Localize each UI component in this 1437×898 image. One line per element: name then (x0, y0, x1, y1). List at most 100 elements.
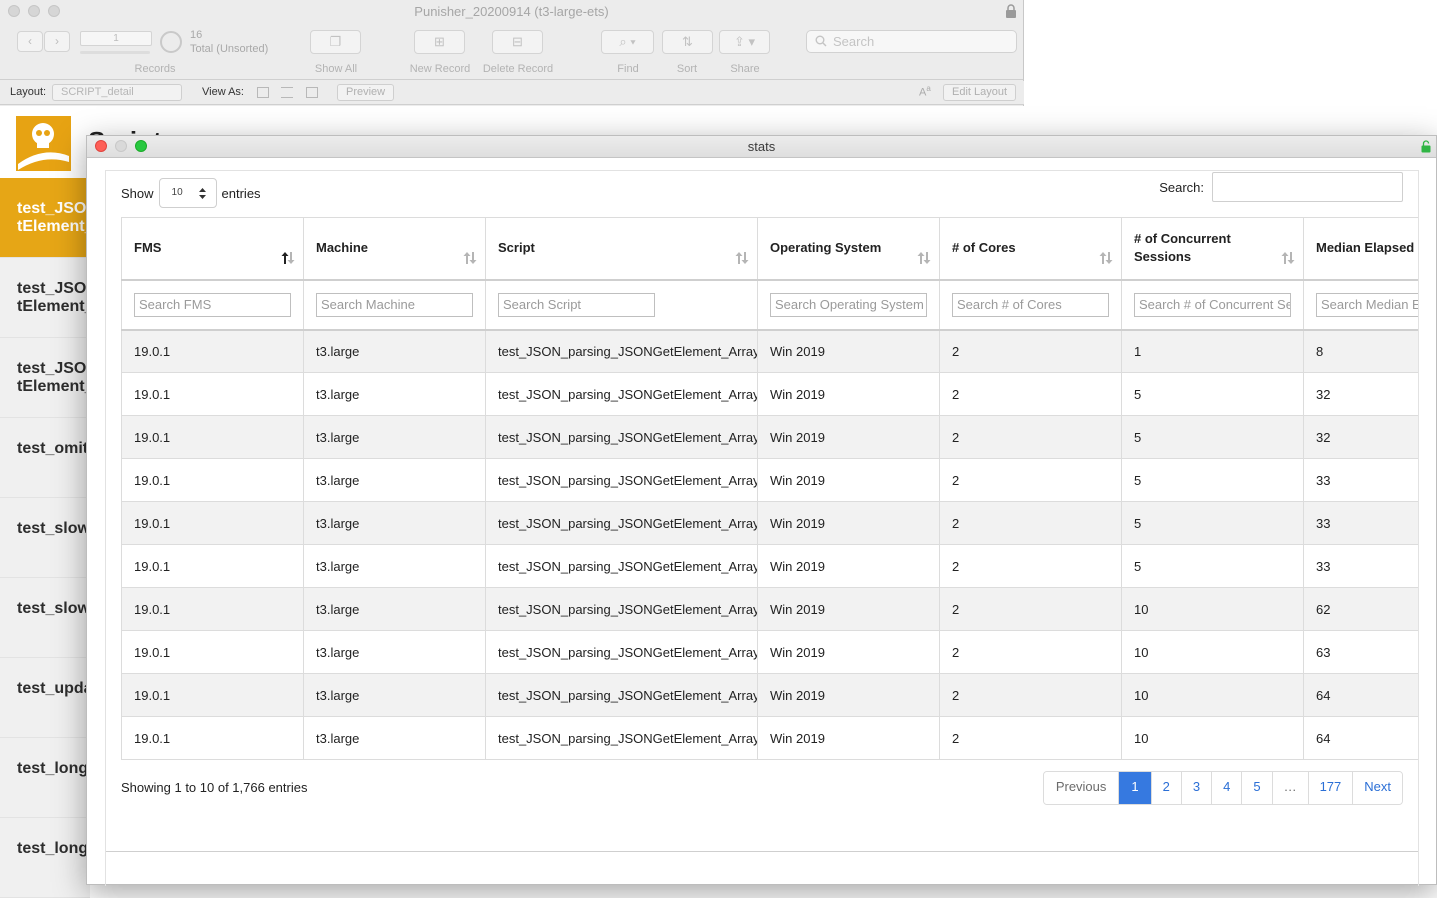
column-header[interactable]: # of Cores (939, 217, 1122, 281)
table-row[interactable]: 19.0.1 t3.large test_JSON_parsing_JSONGetE… (121, 630, 1418, 674)
table-cell: 19.0.1 (121, 544, 304, 588)
table-cell: 19.0.1 (121, 329, 304, 373)
table-row[interactable]: 19.0.1 t3.large test_JSON_parsing_JSONGetE… (121, 501, 1418, 545)
table-row[interactable]: 19.0.1 t3.large test_JSON_parsing_JSONGetE… (121, 716, 1418, 760)
entries-label: entries (221, 185, 261, 201)
column-filter-input[interactable]: Search Machine (316, 292, 473, 317)
column-header[interactable]: Script (485, 217, 758, 281)
record-count-number: 16 (190, 29, 203, 41)
previous-record-button[interactable]: ‹ (17, 31, 43, 52)
table-cell: 5 (1121, 501, 1304, 545)
table-cell: 19.0.1 (121, 458, 304, 502)
table-view-icon[interactable] (306, 87, 318, 98)
column-filter-input[interactable]: Search Median El (1316, 292, 1418, 317)
table-cell: 2 (939, 329, 1122, 373)
record-slider[interactable] (80, 51, 150, 54)
script-list-item[interactable]: test_slow (0, 578, 90, 658)
column-filter-input[interactable]: Search Script (498, 292, 655, 317)
table-cell: test_JSON_parsing_JSONGetElement_Array (485, 716, 758, 760)
table-row[interactable]: 19.0.1 t3.large test_JSON_parsing_JSONGetE… (121, 329, 1418, 373)
script-list-item[interactable]: test_slow (0, 498, 90, 578)
new-record-button[interactable]: ⊞ (414, 30, 465, 54)
table-cell: 5 (1121, 458, 1304, 502)
table-cell: test_JSON_parsing_JSONGetElement_Array (485, 673, 758, 717)
next-page-button[interactable]: Next (1352, 772, 1402, 804)
sort-ascending-icon (281, 252, 295, 264)
table-row[interactable]: 19.0.1 t3.large test_JSON_parsing_JSONGetE… (121, 372, 1418, 416)
script-list-item-line1: test_upda (17, 680, 90, 697)
table-row[interactable]: 19.0.1 t3.large test_JSON_parsing_JSONGetE… (121, 544, 1418, 588)
text-format-icon[interactable]: Aa (919, 84, 931, 99)
search-label: Search: (1159, 179, 1204, 195)
script-list-item[interactable]: test_JSO tElement_ (0, 178, 90, 258)
script-list: test_JSO tElement_ test_JSO tElement_ test_J… (0, 178, 90, 898)
table-cell: 2 (939, 415, 1122, 459)
script-list-item-line1: test_slow (17, 600, 90, 617)
table-cell: 2 (939, 716, 1122, 760)
column-header[interactable]: Median Elapsed T (1303, 217, 1418, 281)
last-page-button[interactable]: 177 (1307, 772, 1353, 804)
page-button[interactable]: 1 (1118, 772, 1151, 804)
script-list-item[interactable]: test_JSO tElement_ (0, 338, 90, 418)
column-filter-input[interactable]: Search FMS (134, 292, 291, 317)
page-button[interactable]: 5 (1241, 772, 1272, 804)
table-cell: t3.large (303, 673, 486, 717)
delete-record-button[interactable]: ⊟ (492, 30, 543, 54)
column-filter-input[interactable]: Search Operating System (770, 292, 927, 317)
unlocked-icon (1421, 140, 1431, 153)
script-list-item[interactable]: test_upda (0, 658, 90, 738)
table-cell: 32 (1303, 372, 1418, 416)
global-search-input[interactable] (1212, 172, 1403, 202)
previous-page-button[interactable]: Previous (1043, 772, 1119, 804)
sort-button[interactable]: ⇅ (662, 30, 713, 54)
script-list-item[interactable]: test_JSO tElement_ (0, 258, 90, 338)
form-view-icon[interactable] (257, 87, 269, 98)
script-list-item[interactable]: test_long (0, 738, 90, 818)
table-row[interactable]: 19.0.1 t3.large test_JSON_parsing_JSONGetE… (121, 673, 1418, 717)
table-cell: 19.0.1 (121, 673, 304, 717)
table-cell: 33 (1303, 458, 1418, 502)
table-row[interactable]: 19.0.1 t3.large test_JSON_parsing_JSONGetE… (121, 458, 1418, 502)
page-length-select[interactable]: 10 (158, 178, 217, 208)
column-header[interactable]: Operating System (757, 217, 940, 281)
current-record-input[interactable]: 1 (80, 31, 152, 46)
quick-find-search-field[interactable]: Search (806, 30, 1017, 53)
stats-titlebar[interactable]: stats (87, 136, 1436, 158)
table-cell: test_JSON_parsing_JSONGetElement_Array (485, 415, 758, 459)
pagination: Previous 1 2 3 4 5… 177 Next (1042, 771, 1403, 805)
column-filter-input[interactable]: Search # of Concurrent Se (1134, 292, 1291, 317)
column-header[interactable]: Machine (303, 217, 486, 281)
list-view-icon[interactable] (281, 87, 293, 98)
column-header[interactable]: FMS (121, 217, 304, 281)
column-header[interactable]: # of Concurrent Sessions (1121, 217, 1304, 281)
table-cell: test_JSON_parsing_JSONGetElement_Array (485, 372, 758, 416)
script-list-item[interactable]: test_omit (0, 418, 90, 498)
column-filter-input[interactable]: Search # of Cores (952, 292, 1109, 317)
script-list-item-line1: test_slow (17, 520, 90, 537)
record-count-status: Total (Unsorted) (190, 43, 269, 55)
page-button[interactable]: 3 (1180, 772, 1212, 804)
divider (106, 851, 1418, 852)
quick-find-placeholder: Search (833, 34, 875, 49)
column-filter-cell: Search Machine (303, 279, 486, 331)
sort-icon (917, 252, 931, 264)
table-cell: 63 (1303, 630, 1418, 674)
column-header-label: # of Concurrent Sessions (1134, 231, 1231, 265)
page-button[interactable]: 4 (1211, 772, 1242, 804)
page-button[interactable]: 2 (1150, 772, 1181, 804)
filemaker-titlebar: Punisher_20200914 (t3-large-ets) ‹ › 1 1… (0, 0, 1023, 80)
column-filter-cell: Search Script (485, 279, 758, 331)
table-cell: t3.large (303, 458, 486, 502)
show-all-button[interactable]: ❐ (310, 30, 361, 54)
share-button[interactable]: ⇪ ▾ (719, 30, 770, 54)
next-record-button[interactable]: › (44, 31, 70, 52)
script-list-item[interactable]: test_long (0, 818, 90, 898)
table-row[interactable]: 19.0.1 t3.large test_JSON_parsing_JSONGetE… (121, 587, 1418, 631)
table-cell: test_JSON_parsing_JSONGetElement_Array (485, 501, 758, 545)
table-cell: 64 (1303, 716, 1418, 760)
table-row[interactable]: 19.0.1 t3.large test_JSON_parsing_JSONGetE… (121, 415, 1418, 459)
edit-layout-button[interactable]: Edit Layout (943, 84, 1017, 101)
layout-select[interactable]: SCRIPT_detail (52, 84, 182, 101)
preview-button[interactable]: Preview (337, 84, 395, 101)
find-button[interactable]: ⌕ ▾ (601, 30, 654, 54)
